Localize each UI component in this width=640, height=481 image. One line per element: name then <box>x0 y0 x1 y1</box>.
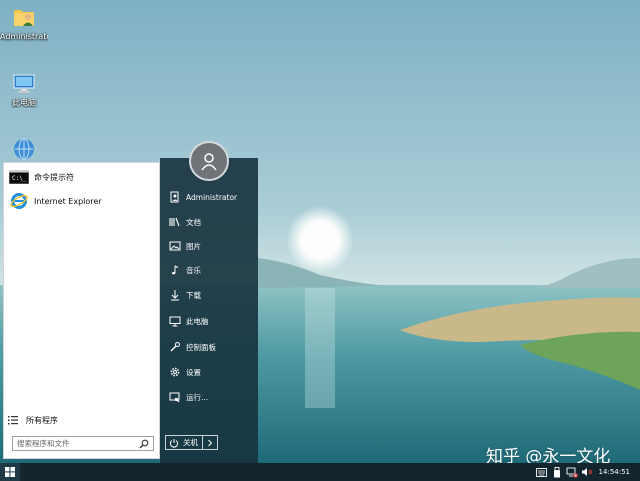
cmd-icon: C:\_ <box>8 168 30 186</box>
svg-text:C:\_: C:\_ <box>12 175 27 182</box>
start-menu-left-pane: C:\_ 命令提示符 Internet Explorer 所有程序 <box>3 162 160 459</box>
search-icon[interactable] <box>139 439 149 449</box>
user-icon <box>201 153 217 171</box>
network-icon <box>14 138 34 160</box>
start-app-cmd[interactable]: C:\_ 命令提示符 <box>4 165 159 189</box>
music-icon <box>168 263 182 277</box>
usb-icon[interactable] <box>551 466 563 478</box>
start-item-user[interactable]: Administrator <box>160 186 258 208</box>
start-item-documents[interactable]: 文档 <box>160 211 258 233</box>
run-icon <box>168 390 182 404</box>
start-menu-right-pane: Administrator 文档 图片 音乐 下载 此电脑 控制面板 设置 运行… <box>160 158 258 463</box>
shutdown-options-button[interactable] <box>203 435 218 450</box>
user-account-icon <box>168 190 182 204</box>
start-user-name: Administrator <box>186 192 238 202</box>
start-item-control-panel[interactable]: 控制面板 <box>160 336 258 358</box>
start-button[interactable] <box>0 463 20 481</box>
all-programs-button[interactable]: 所有程序 <box>4 411 159 429</box>
start-app-label: Internet Explorer <box>34 196 102 206</box>
computer-icon <box>13 74 35 93</box>
computer-icon <box>168 314 182 328</box>
shutdown-label: 关机 <box>183 438 198 447</box>
start-item-label: 控制面板 <box>186 342 216 352</box>
start-item-pictures[interactable]: 图片 <box>160 235 258 257</box>
start-item-label: 此电脑 <box>186 316 209 326</box>
start-item-label: 音乐 <box>186 265 201 275</box>
start-item-run[interactable]: 运行... <box>160 386 258 408</box>
start-item-label: 文档 <box>186 217 201 227</box>
start-item-downloads[interactable]: 下载 <box>160 284 258 306</box>
start-item-label: 运行... <box>186 392 209 402</box>
start-search-box[interactable] <box>12 436 154 451</box>
desktop-icon-network[interactable] <box>0 137 48 163</box>
documents-icon <box>168 215 182 229</box>
desktop-icon-administrator[interactable]: Administrator <box>0 4 48 42</box>
taskbar-clock[interactable]: 14:54:51 <box>599 468 630 476</box>
system-tray: 14:54:51 <box>533 463 640 481</box>
start-item-settings[interactable]: 设置 <box>160 361 258 383</box>
shutdown-button[interactable]: 关机 <box>165 435 203 450</box>
start-item-label: 图片 <box>186 241 201 251</box>
network-error-icon[interactable] <box>566 466 578 478</box>
desktop-icon-label: 此电脑 <box>12 98 36 107</box>
control-panel-icon <box>168 340 182 354</box>
user-folder-icon <box>14 10 34 26</box>
pictures-icon <box>168 239 182 253</box>
start-item-label: 设置 <box>186 367 201 377</box>
chevron-right-icon <box>208 439 213 446</box>
start-app-internet-explorer[interactable]: Internet Explorer <box>4 189 159 213</box>
desktop-icon-label: Administrator <box>0 32 48 41</box>
search-input[interactable] <box>13 437 139 450</box>
start-app-label: 命令提示符 <box>34 172 74 182</box>
user-avatar[interactable] <box>189 141 229 181</box>
taskbar: 14:54:51 <box>0 463 640 481</box>
power-icon <box>169 438 181 448</box>
start-item-music[interactable]: 音乐 <box>160 259 258 281</box>
list-icon <box>8 416 18 425</box>
all-programs-label: 所有程序 <box>26 415 58 425</box>
download-icon <box>168 288 182 302</box>
keyboard-icon[interactable] <box>536 466 548 478</box>
ie-icon <box>8 192 30 210</box>
start-item-label: 下载 <box>186 290 201 300</box>
start-item-this-pc[interactable]: 此电脑 <box>160 310 258 332</box>
settings-gear-icon <box>168 365 182 379</box>
desktop-icon-this-pc[interactable]: 此电脑 <box>0 72 48 108</box>
volume-muted-icon[interactable] <box>581 466 593 478</box>
windows-logo-icon <box>5 467 15 477</box>
